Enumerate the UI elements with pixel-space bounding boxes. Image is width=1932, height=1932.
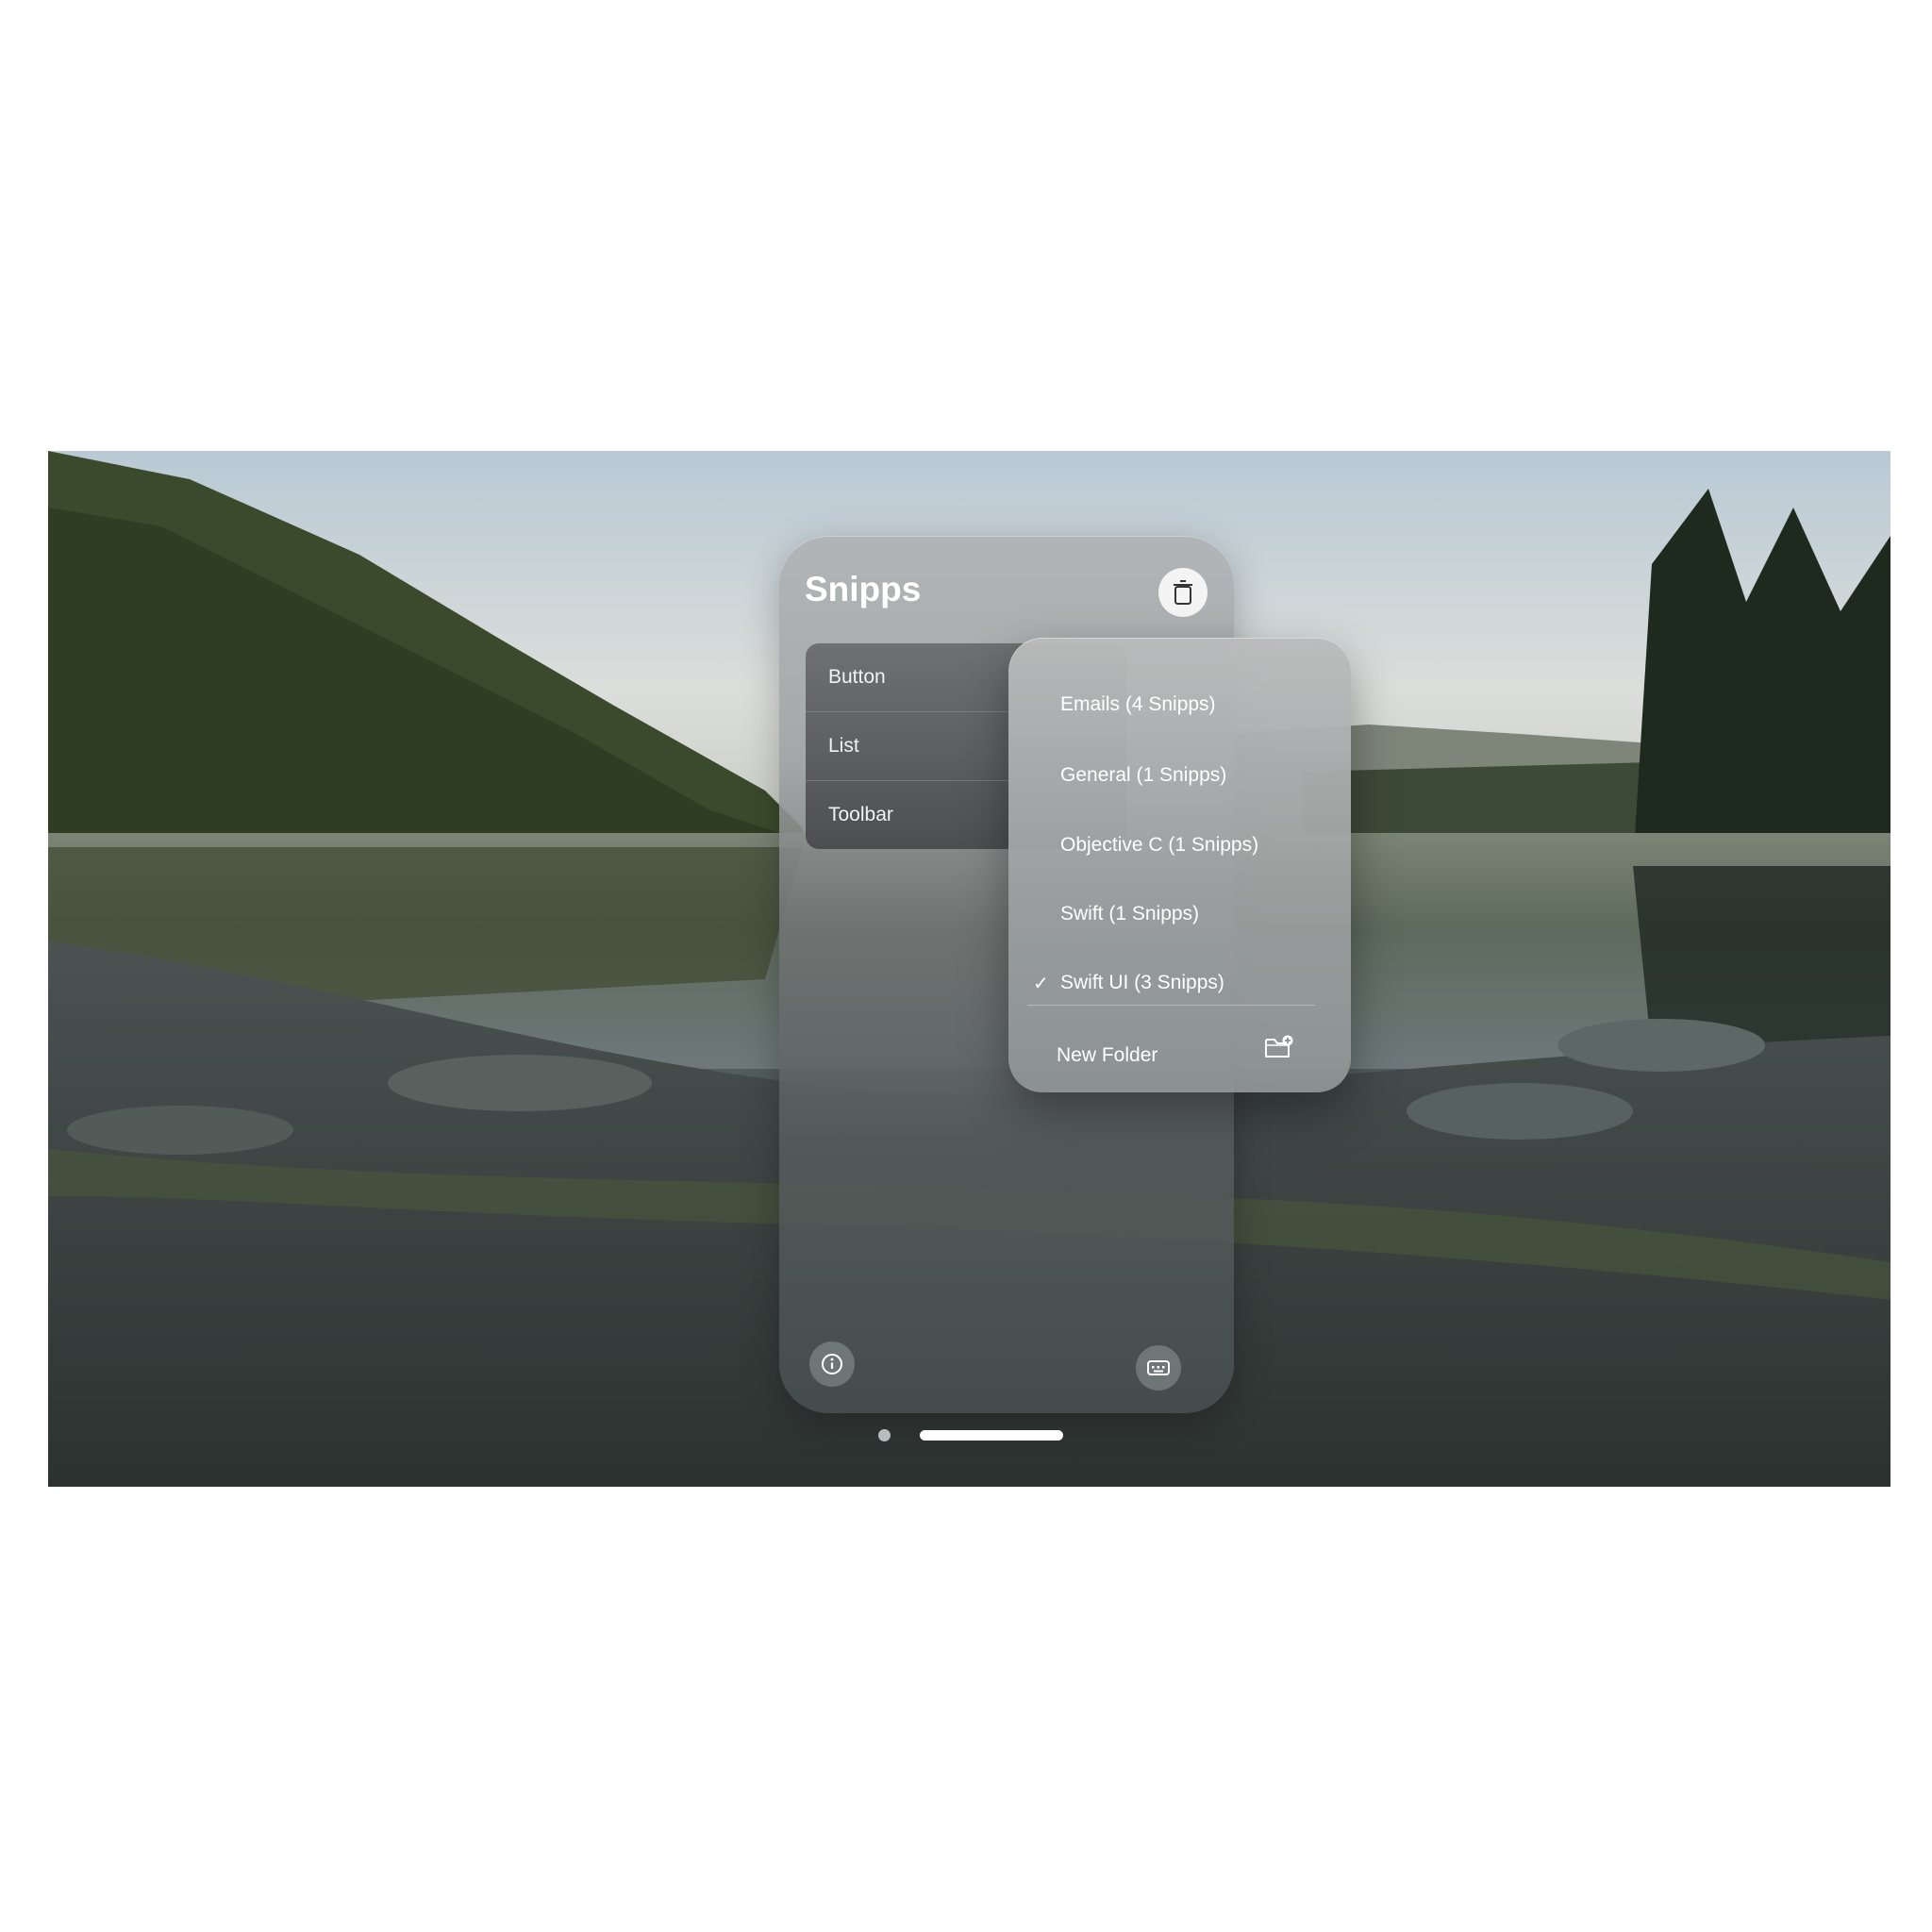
menu-item-label: Swift (1 Snipps) (1060, 903, 1200, 924)
page-indicator (878, 1426, 1076, 1443)
page-dot[interactable] (878, 1429, 891, 1441)
window-title: Snipps (805, 570, 922, 608)
menu-item-emails[interactable]: Emails (4 Snipps) (1008, 681, 1351, 728)
menu-item-label: General (1 Snipps) (1060, 764, 1227, 786)
info-button[interactable] (809, 1341, 855, 1387)
menu-item-label: Objective C (1 Snipps) (1060, 834, 1259, 856)
trash-icon (1174, 580, 1192, 605)
delete-button[interactable] (1158, 568, 1208, 617)
menu-item-objective-c[interactable]: Objective C (1 Snipps) (1008, 822, 1351, 869)
folder-menu: Emails (4 Snipps) General (1 Snipps) Obj… (1008, 638, 1351, 1092)
menu-item-label: Emails (4 Snipps) (1060, 693, 1216, 715)
checkmark-icon: ✓ (1033, 973, 1049, 994)
keyboard-icon (1147, 1360, 1170, 1375)
current-page-indicator[interactable] (920, 1430, 1063, 1441)
new-folder-label: New Folder (1057, 1044, 1158, 1066)
keyboard-button[interactable] (1136, 1345, 1181, 1391)
info-icon (822, 1354, 842, 1374)
menu-item-general[interactable]: General (1 Snipps) (1008, 752, 1351, 799)
menu-item-swift-ui[interactable]: ✓ Swift UI (3 Snipps) (1008, 959, 1351, 1007)
menu-item-label: Swift UI (3 Snipps) (1060, 972, 1224, 993)
menu-item-swift[interactable]: Swift (1 Snipps) (1008, 891, 1351, 938)
menu-divider (1027, 1005, 1315, 1006)
folder-add-icon (1265, 1035, 1293, 1058)
new-folder-item[interactable]: New Folder (1008, 1032, 1351, 1079)
